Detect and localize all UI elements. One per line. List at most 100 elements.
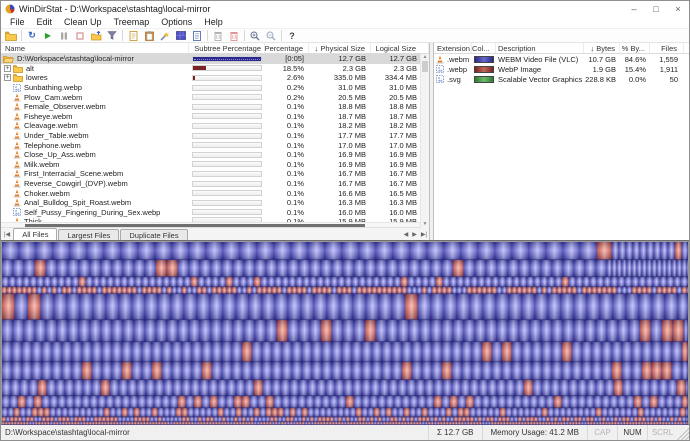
tab-scroll-first[interactable]: |◀ [1, 231, 13, 238]
column-header-logical-size[interactable]: Logical Size [371, 43, 429, 53]
stop-icon[interactable] [72, 29, 88, 42]
column-header-physical-size[interactable]: ↓ Physical Size [309, 43, 371, 53]
color-swatch [474, 56, 494, 63]
subtree-percentage-bar [192, 161, 262, 167]
menu-clean-up[interactable]: Clean Up [58, 17, 108, 27]
treemap-view-icon[interactable] [173, 29, 189, 42]
help-icon[interactable]: ? [284, 29, 300, 42]
filter-icon[interactable] [104, 29, 120, 42]
toolbar-separator [21, 30, 22, 41]
file-row[interactable]: Female_Observer.webm0.1%18.8 MB18.8 MB [1, 102, 429, 112]
file-name: Telephone.webm [24, 141, 81, 150]
physical-size-value: 20.5 MB [309, 93, 371, 102]
column-header-extension[interactable]: Extension [434, 43, 472, 53]
percentage-value: 0.1% [265, 102, 309, 111]
copy-icon[interactable] [125, 29, 141, 42]
file-row[interactable]: Milk.webm0.1%16.9 MB16.9 MB [1, 160, 429, 170]
tab-scroll-next[interactable]: ▶ [410, 231, 419, 238]
subtree-percentage-bar [192, 94, 262, 100]
extension-row[interactable]: .svgScalable Vector Graphics Im...228.8 … [434, 74, 689, 84]
file-row[interactable]: D:\Workspace\stashtag\local-mirror[0:05]… [1, 54, 429, 64]
cleanup-icon[interactable] [157, 29, 173, 42]
file-row[interactable]: Anal_Bulldog_Spit_Roast.webm0.1%16.3 MB1… [1, 198, 429, 208]
extension-bytes: 10.7 GB [584, 55, 620, 64]
column-header-name[interactable]: Name [1, 43, 189, 53]
vlc-icon [13, 160, 21, 169]
vlc-icon [13, 169, 21, 178]
physical-size-value: 12.7 GB [309, 54, 371, 63]
paste-icon[interactable] [141, 29, 157, 42]
tab-scroll-prev[interactable]: ◀ [402, 231, 411, 238]
resize-grip[interactable] [677, 425, 689, 440]
pause-icon[interactable] [56, 29, 72, 42]
report-icon[interactable] [189, 29, 205, 42]
play-icon[interactable]: ▶ [40, 29, 56, 42]
file-row[interactable]: Reverse_Cowgirl_(DVP).webm0.1%16.7 MB16.… [1, 179, 429, 189]
tab-all-files[interactable]: All Files [13, 228, 57, 240]
column-header-percent-bytes[interactable]: % By... [620, 43, 650, 53]
zoom-out-icon[interactable] [263, 29, 279, 42]
physical-size-value: 18.7 MB [309, 112, 371, 121]
folder-open-icon [3, 54, 14, 63]
tab-largest-files[interactable]: Largest Files [58, 229, 119, 240]
extension-description: WEBM Video File (VLC) [496, 55, 584, 64]
subtree-percentage-bar [192, 209, 262, 215]
column-header-percentage[interactable]: Percentage [265, 43, 309, 53]
menu-edit[interactable]: Edit [31, 17, 59, 27]
physical-size-value: 16.7 MB [309, 179, 371, 188]
vlc-icon [13, 189, 21, 198]
physical-size-value: 2.3 GB [309, 64, 371, 73]
treemap-canvas[interactable] [2, 242, 688, 425]
file-row[interactable]: +alt18.5%2.3 GB2.3 GB [1, 64, 429, 74]
menu-file[interactable]: File [4, 17, 31, 27]
refresh-icon[interactable]: ↻ [24, 29, 40, 42]
vertical-scrollbar[interactable]: ▲ ▼ [420, 54, 429, 228]
subtree-percentage-bar [192, 113, 262, 119]
expand-toggle-icon[interactable]: + [4, 65, 11, 72]
column-header-subtree-percentage[interactable]: Subtree Percentage [189, 43, 265, 53]
column-header-files[interactable]: Files [650, 43, 684, 53]
file-row[interactable]: First_Interracial_Scene.webm0.1%16.7 MB1… [1, 169, 429, 179]
file-row[interactable]: Cleavage.webm0.1%18.2 MB18.2 MB [1, 121, 429, 131]
vertical-scrollbar-thumb[interactable] [422, 61, 428, 72]
minimize-button[interactable]: – [623, 1, 645, 16]
zoom-in-icon[interactable] [247, 29, 263, 42]
column-header-description[interactable]: Description [496, 43, 584, 53]
file-row[interactable]: Close_Up_Ass.webm0.1%16.9 MB16.9 MB [1, 150, 429, 160]
file-row[interactable]: Telephone.webm0.1%17.0 MB17.0 MB [1, 140, 429, 150]
file-row[interactable]: Sunbathing.webp0.2%31.0 MB31.0 MB [1, 83, 429, 93]
file-name: alt [26, 64, 34, 73]
up-level-icon[interactable] [88, 29, 104, 42]
scroll-down-icon[interactable]: ▼ [421, 221, 429, 228]
file-row[interactable]: Choker.webm0.1%16.6 MB16.5 MB [1, 188, 429, 198]
close-button[interactable]: × [667, 1, 689, 16]
menu-options[interactable]: Options [155, 17, 198, 27]
vlc-icon [13, 102, 21, 111]
tab-duplicate-files[interactable]: Duplicate Files [120, 229, 187, 240]
file-row[interactable]: Under_Table.webm0.1%17.7 MB17.7 MB [1, 131, 429, 141]
delete-icon[interactable] [210, 29, 226, 42]
file-name: Plow_Cam.webm [24, 93, 82, 102]
subtree-percentage-bar [192, 133, 262, 139]
image-icon [436, 75, 444, 83]
horizontal-scrollbar-thumb[interactable] [25, 224, 365, 227]
file-row[interactable]: Plow_Cam.webm0.2%20.5 MB20.5 MB [1, 92, 429, 102]
column-header-bytes[interactable]: ↓ Bytes [584, 43, 620, 53]
menu-treemap[interactable]: Treemap [108, 17, 156, 27]
status-memory-usage: Memory Usage: 41.2 MB [482, 425, 587, 440]
menu-help[interactable]: Help [198, 17, 229, 27]
open-icon[interactable] [3, 29, 19, 42]
scroll-up-icon[interactable]: ▲ [421, 54, 429, 61]
vlc-icon [13, 150, 21, 159]
file-row[interactable]: Self_Pussy_Fingering_During_Sex.webp0.1%… [1, 208, 429, 218]
file-row[interactable]: +lowres2.6%335.0 MB334.4 MB [1, 73, 429, 83]
percentage-value: 0.1% [265, 131, 309, 140]
extension-row[interactable]: .webpWebP Image1.9 GB15.4%1,911 [434, 64, 689, 74]
expand-toggle-icon[interactable]: + [4, 74, 11, 81]
extension-row[interactable]: .webmWEBM Video File (VLC)10.7 GB84.6%1,… [434, 54, 689, 64]
tab-scroll-last[interactable]: ▶| [419, 231, 429, 238]
delete-permanent-icon[interactable] [226, 29, 242, 42]
column-header-color[interactable]: Col... [472, 43, 496, 53]
file-row[interactable]: Fisheye.webm0.1%18.7 MB18.7 MB [1, 112, 429, 122]
maximize-button[interactable]: □ [645, 1, 667, 16]
